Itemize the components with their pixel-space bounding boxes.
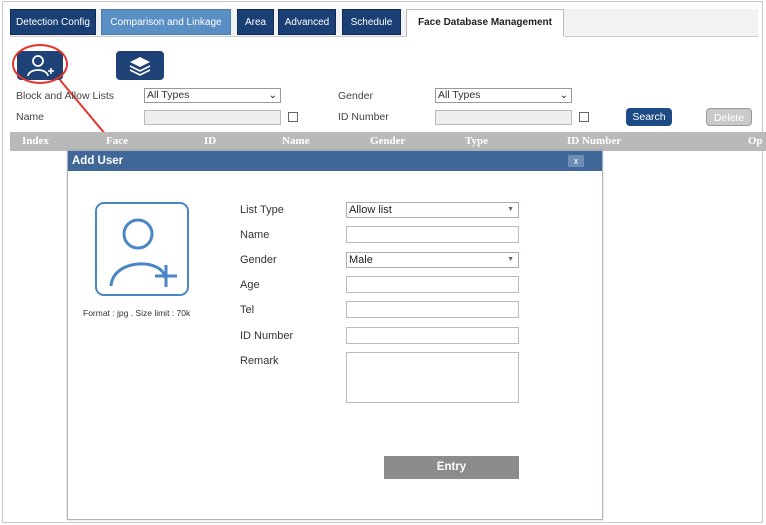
tel-label: Tel [240, 304, 255, 316]
format-hint: Format : jpg . Size limit : 70k [83, 308, 191, 318]
chevron-down-icon: ▼ [507, 206, 514, 213]
list-type-select[interactable]: Allow list ▼ [346, 202, 519, 218]
dialog-title: Add User [72, 155, 124, 167]
id-number-label: ID Number [240, 330, 294, 342]
chevron-down-icon: ▼ [507, 256, 514, 263]
id-number-filter-input[interactable] [435, 110, 572, 125]
column-header-index: Index [22, 135, 49, 147]
entry-button[interactable]: Entry [384, 456, 519, 479]
gender-filter-select[interactable]: All Types ⌄ [435, 88, 572, 103]
search-button[interactable]: Search [626, 108, 672, 126]
block-allow-select[interactable]: All Types ⌄ [144, 88, 281, 103]
add-user-icon [109, 218, 177, 287]
age-input[interactable] [346, 276, 519, 293]
age-label: Age [240, 279, 260, 291]
column-header-face: Face [106, 135, 128, 147]
column-header-name: Name [282, 135, 310, 147]
name-label: Name [240, 229, 270, 241]
remark-label: Remark [240, 355, 279, 367]
chevron-down-icon: ⌄ [559, 90, 568, 101]
id-number-filter-checkbox[interactable] [579, 112, 589, 122]
gender-filter-value: All Types [438, 89, 481, 101]
close-button[interactable]: x [568, 155, 584, 167]
table-header: Index Face ID Name Gender Type ID Number… [10, 132, 766, 151]
gender-select[interactable]: Male ▼ [346, 252, 519, 268]
dialog-header: Add User [68, 151, 602, 171]
add-user-dialog: Add User x Format : jpg . Size limit : 7… [67, 150, 603, 520]
list-type-value: Allow list [349, 204, 392, 216]
column-header-id-number: ID Number [567, 135, 622, 147]
delete-button[interactable]: Delete [706, 108, 752, 126]
name-filter-label: Name [16, 111, 45, 123]
photo-upload-area[interactable] [95, 202, 189, 296]
column-header-operation: Op [748, 135, 763, 147]
column-header-type: Type [465, 135, 489, 147]
block-allow-value: All Types [147, 89, 190, 101]
gender-label: Gender [240, 254, 277, 266]
id-number-input[interactable] [346, 327, 519, 344]
gender-value: Male [349, 254, 373, 266]
name-filter-input[interactable] [144, 110, 281, 125]
chevron-down-icon: ⌄ [268, 90, 277, 101]
tel-input[interactable] [346, 301, 519, 318]
remark-textarea[interactable] [346, 352, 519, 403]
name-input[interactable] [346, 226, 519, 243]
column-header-id: ID [204, 135, 217, 147]
column-header-gender: Gender [370, 135, 406, 147]
gender-filter-label: Gender [338, 90, 374, 102]
list-type-label: List Type [240, 204, 284, 216]
id-number-filter-label: ID Number [338, 111, 389, 123]
block-allow-label: Block and Allow Lists [16, 90, 115, 102]
name-filter-checkbox[interactable] [288, 112, 298, 122]
